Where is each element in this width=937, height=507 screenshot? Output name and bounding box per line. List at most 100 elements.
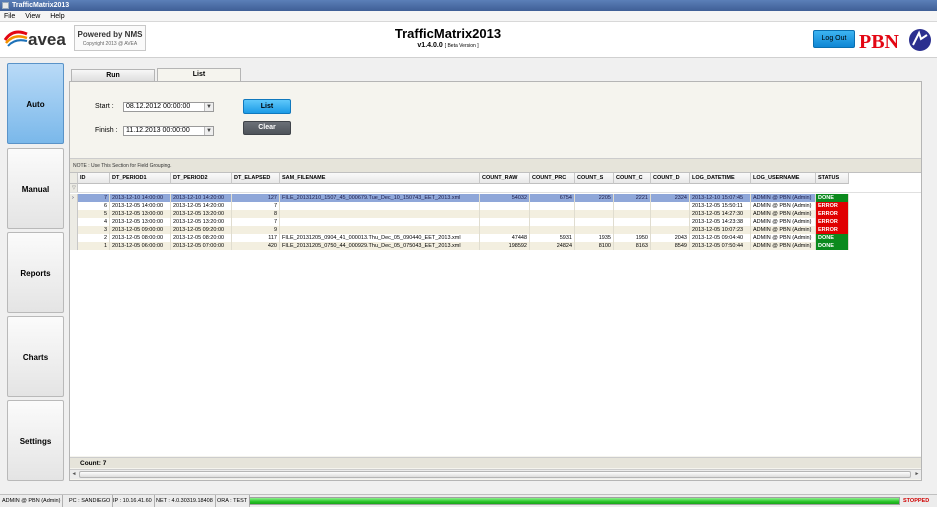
cell-status[interactable]: ERROR xyxy=(816,202,849,210)
cell-count-raw[interactable] xyxy=(480,226,530,234)
cell-log-username[interactable]: ADMIN @ PBN (Admin) xyxy=(751,218,816,226)
cell-count-s[interactable]: 2205 xyxy=(575,194,614,202)
cell-id[interactable]: 1 xyxy=(78,242,110,250)
cell-dt-period2[interactable]: 2013-12-05 13:20:00 xyxy=(171,210,232,218)
tab-list[interactable]: List xyxy=(157,68,241,81)
cell-log-username[interactable]: ADMIN @ PBN (Admin) xyxy=(751,226,816,234)
cell-count-c[interactable]: 2221 xyxy=(614,194,651,202)
clear-button[interactable]: Clear xyxy=(243,121,291,135)
group-by-area[interactable]: NOTE : Use This Section for Field Groupi… xyxy=(70,158,921,172)
cell-id[interactable]: 2 xyxy=(78,234,110,242)
finish-date-combo[interactable]: 11.12.2013 00:00:00 ▼ xyxy=(123,126,214,136)
cell-count-s[interactable]: 8100 xyxy=(575,242,614,250)
col-header-id[interactable]: ID xyxy=(78,173,110,184)
cell-count-prc[interactable]: 5931 xyxy=(530,234,575,242)
cell-dt-period2[interactable]: 2013-12-05 09:20:00 xyxy=(171,226,232,234)
sidebar-item-settings[interactable]: Settings xyxy=(7,400,64,481)
sidebar-item-reports[interactable]: Reports xyxy=(7,232,64,313)
cell-count-d[interactable]: 2043 xyxy=(651,234,690,242)
chevron-down-icon[interactable]: ▼ xyxy=(204,103,213,111)
cell-count-prc[interactable] xyxy=(530,218,575,226)
cell-log-datetime[interactable]: 2013-12-05 14:23:38 xyxy=(690,218,751,226)
chevron-down-icon[interactable]: ▼ xyxy=(204,127,213,135)
col-header-log-username[interactable]: LOG_USERNAME xyxy=(751,173,816,184)
cell-count-raw[interactable] xyxy=(480,202,530,210)
cell-dt-elapsed[interactable]: 7 xyxy=(232,202,280,210)
cell-id[interactable]: 7 xyxy=(78,194,110,202)
cell-count-c[interactable]: 1950 xyxy=(614,234,651,242)
cell-dt-period2[interactable]: 2013-12-05 14:20:00 xyxy=(171,202,232,210)
col-header-count-d[interactable]: COUNT_D xyxy=(651,173,690,184)
col-header-count-s[interactable]: COUNT_S xyxy=(575,173,614,184)
cell-count-c[interactable]: 8163 xyxy=(614,242,651,250)
cell-dt-elapsed[interactable]: 117 xyxy=(232,234,280,242)
cell-status[interactable]: DONE xyxy=(816,234,849,242)
cell-log-datetime[interactable]: 2013-12-05 07:50:44 xyxy=(690,242,751,250)
col-header-count-prc[interactable]: COUNT_PRC xyxy=(530,173,575,184)
cell-sam-filename[interactable]: FILE_20131210_1507_45_000679.Tue_Dec_10_… xyxy=(280,194,480,202)
cell-id[interactable]: 6 xyxy=(78,202,110,210)
cell-count-raw[interactable]: 47448 xyxy=(480,234,530,242)
row-selector[interactable] xyxy=(70,234,78,242)
cell-count-s[interactable] xyxy=(575,210,614,218)
cell-count-d[interactable] xyxy=(651,210,690,218)
scroll-left-icon[interactable]: ◄ xyxy=(70,470,78,479)
cell-count-raw[interactable] xyxy=(480,218,530,226)
cell-count-d[interactable]: 8549 xyxy=(651,242,690,250)
cell-status[interactable]: ERROR xyxy=(816,218,849,226)
cell-log-datetime[interactable]: 2013-12-05 10:07:23 xyxy=(690,226,751,234)
cell-dt-period2[interactable]: 2013-12-10 14:20:00 xyxy=(171,194,232,202)
horizontal-scrollbar[interactable]: ◄ ► xyxy=(70,469,921,479)
cell-dt-period1[interactable]: 2013-12-05 13:00:00 xyxy=(110,210,171,218)
cell-count-raw[interactable]: 54032 xyxy=(480,194,530,202)
cell-id[interactable]: 5 xyxy=(78,210,110,218)
cell-log-datetime[interactable]: 2013-12-05 09:04:40 xyxy=(690,234,751,242)
cell-dt-period2[interactable]: 2013-12-05 13:20:00 xyxy=(171,218,232,226)
row-selector[interactable] xyxy=(70,202,78,210)
sidebar-item-auto[interactable]: Auto xyxy=(7,63,64,144)
cell-count-d[interactable] xyxy=(651,226,690,234)
tab-run[interactable]: Run xyxy=(71,69,155,81)
row-selector[interactable] xyxy=(70,242,78,250)
cell-count-c[interactable] xyxy=(614,226,651,234)
cell-count-prc[interactable]: 6754 xyxy=(530,194,575,202)
cell-count-c[interactable] xyxy=(614,218,651,226)
cell-sam-filename[interactable] xyxy=(280,210,480,218)
scroll-right-icon[interactable]: ► xyxy=(913,470,921,479)
cell-count-prc[interactable] xyxy=(530,226,575,234)
cell-count-s[interactable]: 1935 xyxy=(575,234,614,242)
cell-count-prc[interactable] xyxy=(530,202,575,210)
table-row[interactable]: 4 2013-12-05 13:00:00 2013-12-05 13:20:00 7… xyxy=(70,218,921,226)
menu-help[interactable]: Help xyxy=(46,11,68,22)
cell-dt-period1[interactable]: 2013-12-10 14:00:00 xyxy=(110,194,171,202)
cell-dt-period1[interactable]: 2013-12-05 14:00:00 xyxy=(110,202,171,210)
cell-status[interactable]: ERROR xyxy=(816,226,849,234)
col-header-sam-filename[interactable]: SAM_FILENAME xyxy=(280,173,480,184)
row-selector[interactable] xyxy=(70,226,78,234)
table-row[interactable]: 5 2013-12-05 13:00:00 2013-12-05 13:20:00 8… xyxy=(70,210,921,218)
col-header-log-datetime[interactable]: LOG_DATETIME xyxy=(690,173,751,184)
cell-log-username[interactable]: ADMIN @ PBN (Admin) xyxy=(751,194,816,202)
table-row[interactable]: 2 2013-12-05 08:00:00 2013-12-05 08:20:00 1… xyxy=(70,234,921,242)
cell-sam-filename[interactable] xyxy=(280,226,480,234)
cell-count-s[interactable] xyxy=(575,202,614,210)
table-row[interactable]: › 7 2013-12-10 14:00:00 2013-12-10 14:20:00… xyxy=(70,194,921,202)
cell-id[interactable]: 3 xyxy=(78,226,110,234)
table-row[interactable]: 1 2013-12-05 06:00:00 2013-12-05 07:00:00 4… xyxy=(70,242,921,250)
cell-status[interactable]: DONE xyxy=(816,194,849,202)
cell-log-username[interactable]: ADMIN @ PBN (Admin) xyxy=(751,242,816,250)
cell-log-datetime[interactable]: 2013-12-05 15:50:11 xyxy=(690,202,751,210)
cell-sam-filename[interactable]: FILE_20131205_0904_41_000013.Thu_Dec_05_… xyxy=(280,234,480,242)
filter-row[interactable]: ▽ xyxy=(70,184,921,193)
cell-status[interactable]: ERROR xyxy=(816,210,849,218)
cell-sam-filename[interactable] xyxy=(280,202,480,210)
cell-dt-elapsed[interactable]: 8 xyxy=(232,210,280,218)
cell-count-c[interactable] xyxy=(614,210,651,218)
row-selector[interactable]: › xyxy=(70,194,78,202)
cell-log-datetime[interactable]: 2013-12-10 15:07:45 xyxy=(690,194,751,202)
cell-count-raw[interactable]: 198592 xyxy=(480,242,530,250)
col-header-dt-period1[interactable]: DT_PERIOD1 xyxy=(110,173,171,184)
cell-dt-period1[interactable]: 2013-12-05 06:00:00 xyxy=(110,242,171,250)
cell-count-c[interactable] xyxy=(614,202,651,210)
col-header-dt-period2[interactable]: DT_PERIOD2 xyxy=(171,173,232,184)
